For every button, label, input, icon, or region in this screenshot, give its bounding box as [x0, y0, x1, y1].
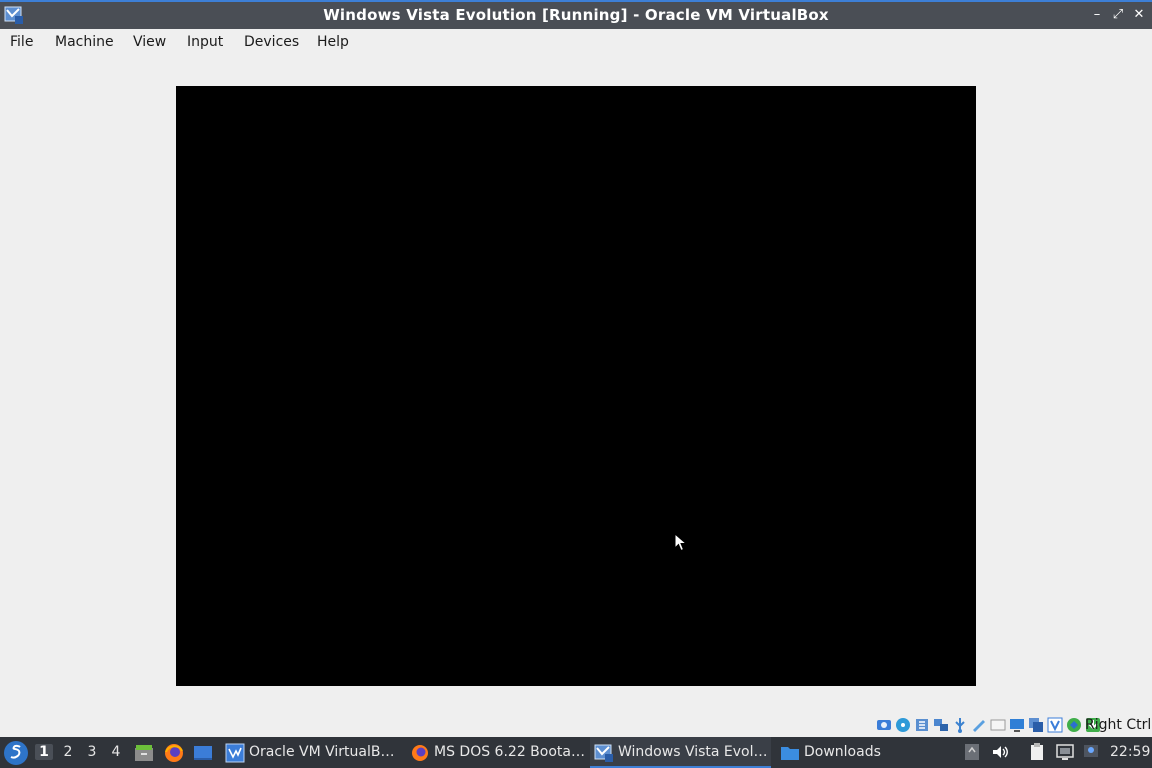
display-icon[interactable]	[989, 716, 1007, 734]
mouse-pointer-icon	[674, 533, 688, 552]
network-icon[interactable]	[932, 716, 950, 734]
taskbar: 1 2 3 4 Oracle VM VirtualB… MS DOS 6.22 …	[0, 737, 1152, 768]
desktop-3-button[interactable]: 3	[83, 744, 101, 760]
task-downloads-folder[interactable]: Downloads	[780, 737, 890, 768]
menu-input[interactable]: Input	[187, 34, 223, 50]
task-firefox-ms-dos[interactable]: MS DOS 6.22 Boota…	[410, 737, 588, 768]
desktop-4-button[interactable]: 4	[107, 744, 125, 760]
menu-bar: File Machine View Input Devices Help	[0, 29, 1152, 57]
file-manager-launcher-icon[interactable]	[133, 742, 155, 764]
window-title: Windows Vista Evolution [Running] - Orac…	[323, 6, 829, 24]
menu-view[interactable]: View	[133, 34, 166, 50]
volume-icon[interactable]	[990, 742, 1010, 762]
tray-scroll-icon[interactable]	[962, 742, 982, 762]
show-desktop-icon[interactable]	[192, 742, 214, 764]
firefox-icon	[412, 745, 428, 761]
menu-devices[interactable]: Devices	[244, 34, 299, 50]
virtualbox-vm-icon	[594, 744, 613, 762]
virtualization-icon[interactable]	[1027, 716, 1045, 734]
task-windows-vista-vm[interactable]: Windows Vista Evol…	[590, 737, 771, 768]
video-capture-icon[interactable]	[1008, 716, 1026, 734]
usb-icon[interactable]	[951, 716, 969, 734]
task-label: Oracle VM VirtualB…	[249, 744, 395, 760]
clipboard-icon[interactable]	[1027, 742, 1047, 762]
minimize-button[interactable]: –	[1088, 6, 1106, 24]
audio-icon[interactable]	[913, 716, 931, 734]
window-titlebar[interactable]: Windows Vista Evolution [Running] - Orac…	[0, 0, 1152, 29]
vm-display-area	[0, 57, 1152, 713]
virtualbox-icon	[225, 743, 245, 763]
keyboard-icon[interactable]	[1065, 716, 1083, 734]
desktop-1-button[interactable]: 1	[35, 744, 53, 760]
vm-status-bar: Right Ctrl	[0, 713, 1152, 737]
task-label: Windows Vista Evol…	[618, 744, 768, 760]
optical-drive-icon[interactable]	[894, 716, 912, 734]
shared-folders-icon[interactable]	[970, 716, 988, 734]
mouse-integration-icon[interactable]	[1046, 716, 1064, 734]
menu-machine[interactable]: Machine	[55, 34, 114, 50]
task-label: MS DOS 6.22 Boota…	[434, 744, 585, 760]
host-key-label[interactable]: Right Ctrl	[1085, 717, 1151, 733]
menu-file[interactable]: File	[10, 34, 33, 50]
firefox-launcher-icon[interactable]	[163, 742, 185, 764]
hard-disk-icon[interactable]	[875, 716, 893, 734]
folder-icon	[781, 747, 799, 760]
guest-screen[interactable]	[176, 86, 976, 686]
maximize-button[interactable]: ⤢	[1109, 6, 1127, 24]
clock[interactable]: 22:59	[1110, 744, 1150, 760]
desktop-2-button[interactable]: 2	[59, 744, 77, 760]
task-label: Downloads	[804, 744, 881, 760]
start-menu-icon[interactable]	[3, 740, 29, 766]
notification-icon[interactable]	[1081, 742, 1101, 762]
task-virtualbox-manager[interactable]: Oracle VM VirtualB…	[225, 737, 403, 768]
network-tray-icon[interactable]	[1055, 742, 1075, 762]
menu-help[interactable]: Help	[317, 34, 349, 50]
close-button[interactable]: ✕	[1130, 6, 1148, 24]
